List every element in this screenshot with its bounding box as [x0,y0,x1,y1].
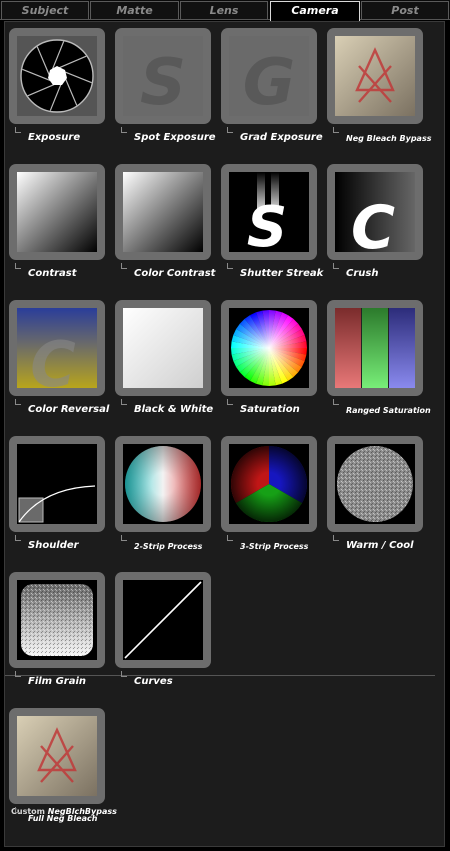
label-connector [121,127,127,133]
preset-crush[interactable]: C [327,164,423,260]
rgb-bars-icon [335,308,415,388]
preset-film-grain[interactable] [9,572,105,668]
label-connector [15,127,21,133]
preset-label: Black & White [134,404,214,415]
preset-label: Warm / Cool [346,540,414,551]
bleach-symbol-icon [335,36,415,116]
preset-contrast[interactable] [9,164,105,260]
label-connector [15,535,21,541]
preset-neg-bleach-bypass[interactable] [327,28,423,124]
preset-label: Film Grain [28,676,87,687]
preset-label: Grad Exposure [240,132,323,143]
preset-warm-cool[interactable] [327,436,423,532]
preset-saturation[interactable] [221,300,317,396]
label-connector [15,399,21,405]
preset-label: 2-Strip Process [134,542,203,551]
preset-ranged-saturation[interactable] [327,300,423,396]
preset-shoulder[interactable] [9,436,105,532]
preset-label: Crush [346,268,379,279]
tab-subject[interactable]: Subject [1,1,89,19]
label-connector [121,263,127,269]
preset-label: Shoulder [28,540,79,551]
label-connector [333,535,339,541]
preset-exposure[interactable] [9,28,105,124]
tab-camera[interactable]: Camera [270,1,360,21]
tab-matte[interactable]: Matte [90,1,179,19]
preset-label: Neg Bleach Bypass [346,134,432,143]
preset-label: Curves [134,676,173,687]
preset-full-neg-bleach[interactable] [9,708,105,804]
curve-shoulder-icon [17,444,97,524]
tab-lens[interactable]: Lens [180,1,268,19]
label-connector [121,399,127,405]
preset-curves[interactable] [115,572,211,668]
aperture-icon [17,36,97,116]
svg-text:S: S [247,195,287,252]
preset-label: Ranged Saturation [346,406,431,415]
label-connector [333,399,339,405]
label-connector [227,127,233,133]
tab-bar: Subject Matte Lens Camera Post [0,0,450,21]
label-connector [15,807,21,813]
label-connector [227,535,233,541]
preset-grad-exposure[interactable]: G [221,28,317,124]
preset-label: Contrast [28,268,77,279]
preset-label: 3-Strip Process [240,542,309,551]
white-gradient-icon [123,308,203,388]
preset-label: Full Neg Bleach [28,814,98,823]
cyan-red-sphere-icon [123,444,203,524]
letter-s-streak-icon: S [229,172,309,252]
svg-text:C: C [351,193,395,252]
preset-label: Exposure [28,132,81,143]
label-connector [333,127,339,133]
label-connector [121,535,127,541]
letter-s-icon: S [123,36,203,116]
tab-post[interactable]: Post [361,1,449,19]
preset-label: Saturation [240,404,300,415]
letter-c-icon: C [335,172,415,252]
gray-sphere-icon [335,444,415,524]
label-connector [227,399,233,405]
label-connector [15,263,21,269]
letter-g-icon: G [229,36,309,116]
label-connector [333,263,339,269]
preset-color-contrast[interactable] [115,164,211,260]
preset-color-reversal[interactable]: C [9,300,105,396]
diagonal-line-icon [123,580,203,660]
preset-spot-exposure[interactable]: S [115,28,211,124]
preset-label: Color Reversal [28,404,110,415]
preset-shutter-streak[interactable]: S [221,164,317,260]
preset-label: Shutter Streak [240,268,324,279]
preset-label: Color Contrast [134,268,216,279]
svg-text:S: S [140,46,186,116]
label-connector [121,671,127,677]
gradient-square-icon [17,172,97,252]
preset-black-white[interactable] [115,300,211,396]
preset-label: Spot Exposure [134,132,216,143]
bleach-symbol-icon [17,716,97,796]
label-connector [227,263,233,269]
rgb-sphere-icon [229,444,309,524]
preset-2-strip-process[interactable] [115,436,211,532]
preset-3-strip-process[interactable] [221,436,317,532]
label-connector [15,671,21,677]
color-wheel-icon [229,308,309,388]
letter-c-gradient-icon: C [17,308,97,388]
svg-text:G: G [243,46,296,116]
gradient-square-icon [123,172,203,252]
svg-text:C: C [30,328,76,388]
grain-square-icon [17,580,97,660]
